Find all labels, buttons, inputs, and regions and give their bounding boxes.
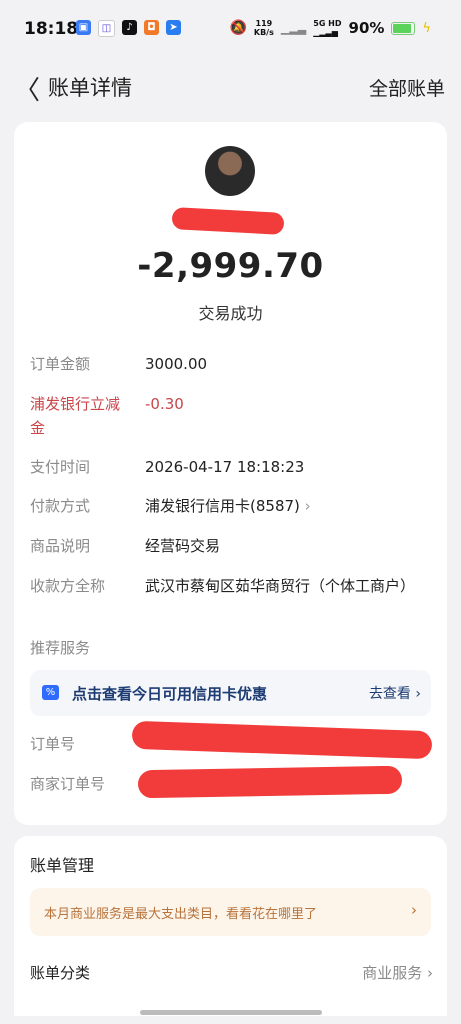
nav-bar: 〈 账单详情 全部账单: [0, 60, 461, 108]
bill-management-card: 账单管理 本月商业服务是最大支出类目，看看花在哪里了 › 账单分类 商业服务 ›: [14, 836, 447, 1016]
notification-icons: ▣ ◫ ♪ ◘ ➤: [76, 20, 181, 37]
detail-value: 2026-04-17 18:18:23: [145, 458, 305, 476]
transaction-amount: -2,999.70: [137, 246, 324, 286]
discount-tag-icon: %: [42, 685, 59, 700]
network-type: 5G HD: [313, 19, 342, 28]
back-arrow-icon[interactable]: 〈: [14, 70, 40, 107]
wifi-signal-icon: ▁▂▃: [280, 21, 307, 35]
category-value: 商业服务: [362, 964, 423, 982]
category-selector[interactable]: 商业服务 ›: [362, 962, 433, 983]
app-notification-icon: ▣: [76, 20, 91, 35]
detail-label: 订单金额: [30, 355, 91, 373]
chevron-right-icon: ›: [304, 497, 311, 515]
detail-value: 3000.00: [145, 355, 208, 373]
promo-text: 点击查看今日可用信用卡优惠: [72, 685, 268, 703]
merchant-avatar: [205, 146, 255, 196]
home-indicator[interactable]: [140, 1010, 322, 1015]
status-bar: 18:18 ▣ ◫ ♪ ◘ ➤ 🔕 119 KB/s ▁▂▃ 5G HD ▁▂▃…: [0, 0, 461, 60]
detail-value: 武汉市蔡甸区茹华商贸行（个体工商户）: [145, 577, 416, 595]
spending-insight-banner[interactable]: 本月商业服务是最大支出类目，看看花在哪里了 ›: [30, 888, 431, 936]
status-time: 18:18: [24, 19, 79, 39]
page-title: 账单详情: [48, 76, 132, 100]
detail-value: -0.30: [145, 395, 184, 413]
detail-label: 订单号: [30, 735, 76, 753]
redaction-mark: [131, 720, 433, 760]
section-label: 推荐服务: [30, 639, 91, 657]
credit-card-offer-banner[interactable]: % 点击查看今日可用信用卡优惠 去查看 ›: [30, 670, 431, 716]
system-status: 🔕 119 KB/s ▁▂▃ 5G HD ▁▂▃▅ 90% ϟ: [229, 19, 431, 37]
speed-unit: KB/s: [253, 28, 274, 37]
app-notification-icon: ◘: [144, 20, 159, 35]
payment-method-value-wrap: 浦发银行信用卡(8587) ›: [145, 494, 415, 518]
app-notification-icon: ◫: [98, 20, 115, 37]
redaction-mark: [171, 207, 285, 235]
transaction-status: 交易成功: [198, 304, 263, 323]
chevron-right-icon: ›: [415, 686, 421, 702]
chevron-right-icon: ›: [411, 901, 417, 919]
view-offer-label: 去查看: [368, 686, 411, 702]
insight-text: 本月商业服务是最大支出类目，看看花在哪里了: [44, 907, 318, 922]
category-label: 账单分类: [30, 964, 91, 982]
app-notification-icon: ➤: [166, 20, 181, 35]
battery-percent: 90%: [348, 19, 385, 37]
all-bills-button[interactable]: 全部账单: [369, 74, 445, 101]
cell-signal: 5G HD ▁▂▃▅: [313, 19, 341, 37]
view-offer-link[interactable]: 去查看 ›: [369, 683, 421, 703]
chevron-right-icon: ›: [427, 964, 433, 982]
cell-signal-icon: ▁▂▃▅: [313, 28, 338, 37]
detail-label: 收款方全称: [30, 577, 106, 595]
detail-value: 经营码交易: [145, 537, 221, 555]
bill-detail-card: -2,999.70 交易成功 订单金额 3000.00 浦发银行立减金 -0.3…: [14, 122, 447, 825]
redaction-mark: [137, 765, 403, 799]
charging-icon: ϟ: [422, 20, 431, 36]
detail-label: 商家订单号: [30, 775, 106, 793]
detail-value: 浦发银行信用卡(8587): [145, 497, 300, 515]
detail-label: 支付时间: [30, 458, 91, 476]
battery-icon: [391, 21, 416, 35]
detail-label: 商品说明: [30, 537, 91, 555]
speed-value: 119: [255, 19, 273, 28]
network-speed: 119 KB/s: [254, 19, 274, 37]
tiktok-icon: ♪: [122, 20, 137, 35]
mute-bell-icon: 🔕: [229, 20, 247, 36]
detail-label: 浦发银行立减金: [30, 395, 121, 437]
section-title: 账单管理: [30, 856, 95, 875]
detail-label: 付款方式: [30, 497, 91, 515]
